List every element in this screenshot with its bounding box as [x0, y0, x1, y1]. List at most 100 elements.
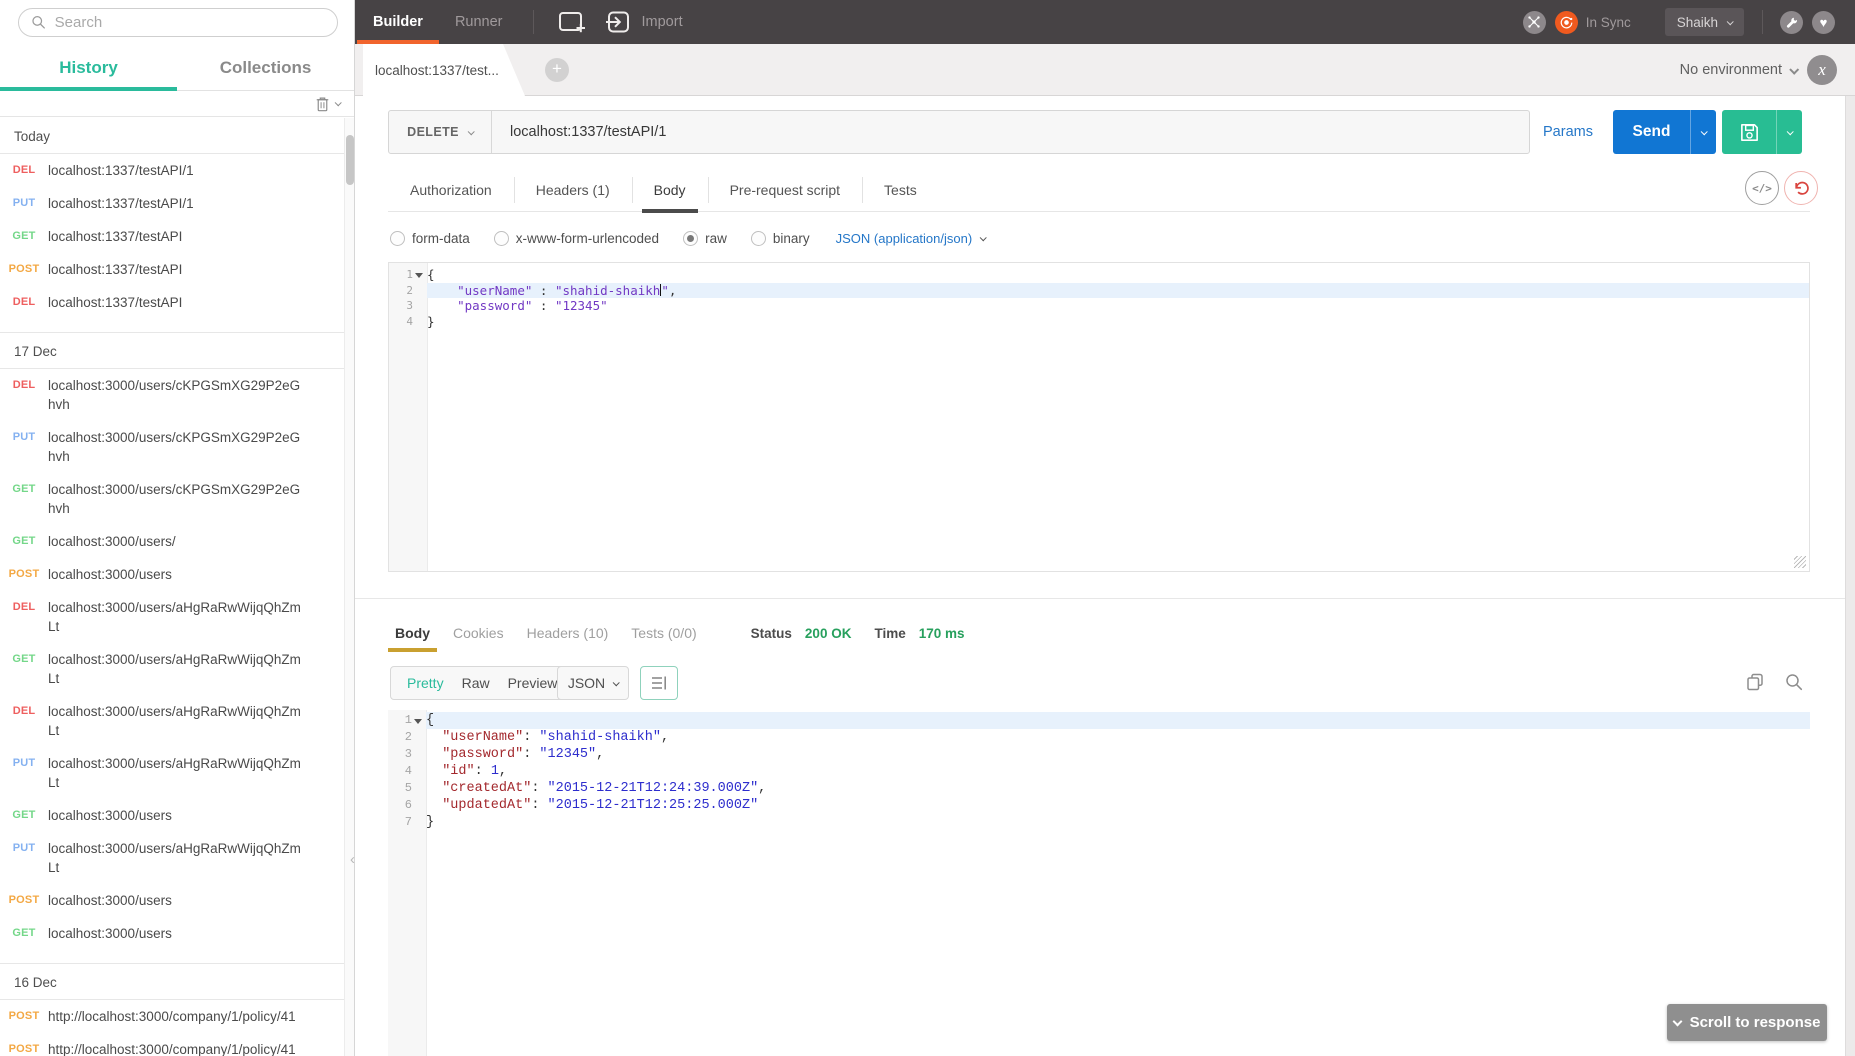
trash-menu-chevron-icon[interactable] — [335, 99, 342, 106]
search-box[interactable] — [18, 8, 338, 37]
body-mode-raw[interactable]: raw — [683, 231, 727, 246]
editor-resize-grip[interactable] — [1794, 556, 1806, 568]
revert-button[interactable] — [1784, 171, 1818, 205]
history-item-url: localhost:3000/users — [48, 891, 306, 910]
history-item[interactable]: POST localhost:1337/testAPI — [0, 253, 344, 286]
history-item[interactable]: POST http://localhost:3000/company/1/pol… — [0, 1000, 344, 1033]
radio-icon[interactable] — [494, 231, 509, 246]
fold-caret-icon[interactable] — [415, 273, 423, 278]
header-right: In Sync Shaikh ♥ — [1514, 8, 1855, 36]
history-item[interactable]: DEL localhost:3000/users/cKPGSmXG29P2eGh… — [0, 369, 344, 421]
search-input[interactable] — [55, 14, 325, 31]
wrap-text-button[interactable] — [640, 666, 678, 700]
radio-icon[interactable] — [683, 231, 698, 246]
params-button[interactable]: Params — [1543, 110, 1593, 154]
tab-history[interactable]: History — [0, 45, 177, 90]
history-item[interactable]: PUT localhost:3000/users/aHgRaRwWijqQhZm… — [0, 832, 344, 884]
save-options-chevron-icon[interactable] — [1776, 110, 1802, 154]
pane-splitter[interactable] — [355, 598, 1855, 599]
new-tab-icon[interactable] — [557, 9, 587, 35]
code-line-2[interactable]: 2 "userName" : "shahid-shaikh", — [389, 283, 1809, 299]
generate-code-button[interactable]: </> — [1745, 171, 1779, 205]
settings-wrench-icon[interactable] — [1780, 11, 1803, 34]
history-item-method: PUT — [0, 428, 48, 466]
code-line-4[interactable]: 4} — [389, 314, 1809, 330]
history-item[interactable]: POST localhost:3000/users — [0, 884, 344, 917]
send-options-chevron-icon[interactable] — [1690, 110, 1716, 154]
history-item[interactable]: PUT localhost:1337/testAPI/1 — [0, 187, 344, 220]
wrap-text-icon — [650, 675, 668, 691]
history-item[interactable]: PUT localhost:3000/users/cKPGSmXG29P2eGh… — [0, 421, 344, 473]
url-input[interactable]: localhost:1337/testAPI/1 — [492, 111, 1529, 153]
import-button[interactable]: Import — [642, 14, 683, 30]
method-chevron-icon — [468, 128, 475, 135]
code-line-4: 4 "id": 1, — [388, 763, 1810, 780]
copy-response-button[interactable] — [1745, 672, 1765, 697]
window-scrollbar[interactable] — [1845, 96, 1855, 1056]
history-item[interactable]: PUT localhost:3000/users/aHgRaRwWijqQhZm… — [0, 747, 344, 799]
history-item[interactable]: GET localhost:3000/users — [0, 917, 344, 950]
response-tab-tests-0-0-[interactable]: Tests (0/0) — [624, 614, 703, 652]
status-value: 200 OK — [805, 626, 852, 641]
code-line-3[interactable]: 3 "password" : "12345" — [389, 298, 1809, 314]
import-icon[interactable] — [605, 9, 631, 35]
request-body-editor[interactable]: 1{2 "userName" : "shahid-shaikh",3 "pass… — [388, 262, 1810, 572]
history-item[interactable]: GET localhost:3000/users/ — [0, 525, 344, 558]
response-format-select[interactable]: JSON — [557, 666, 629, 700]
view-raw[interactable]: Raw — [453, 675, 499, 691]
content-type-select[interactable]: JSON (application/json) — [836, 231, 986, 246]
radio-icon[interactable] — [751, 231, 766, 246]
request-tab-headers-1-[interactable]: Headers (1) — [514, 168, 632, 212]
request-tab-tests[interactable]: Tests — [862, 168, 939, 212]
history-item[interactable]: GET localhost:3000/users/aHgRaRwWijqQhZm… — [0, 643, 344, 695]
nav-builder[interactable]: Builder — [357, 0, 439, 44]
add-tab-button[interactable]: + — [545, 58, 569, 82]
radio-icon[interactable] — [390, 231, 405, 246]
body-mode-binary[interactable]: binary — [751, 231, 810, 246]
response-tab-body[interactable]: Body — [388, 614, 437, 652]
history-item-url: localhost:3000/users — [48, 806, 306, 825]
request-tab-pre-request-script[interactable]: Pre-request script — [708, 168, 862, 212]
request-tab-body[interactable]: Body — [632, 168, 708, 212]
nav-runner[interactable]: Runner — [439, 0, 519, 44]
open-request-tab[interactable]: localhost:1337/test... — [363, 44, 525, 96]
revert-icon — [1792, 179, 1811, 198]
user-menu-button[interactable]: Shaikh — [1665, 8, 1744, 36]
request-section-tabs: AuthorizationHeaders (1)BodyPre-request … — [388, 168, 1810, 212]
sync-icon[interactable] — [1555, 11, 1578, 34]
history-item[interactable]: DEL localhost:3000/users/aHgRaRwWijqQhZm… — [0, 695, 344, 747]
fold-caret-icon[interactable] — [414, 719, 422, 724]
history-item[interactable]: DEL localhost:1337/testAPI/1 — [0, 154, 344, 187]
favorites-heart-icon[interactable]: ♥ — [1812, 11, 1835, 34]
view-pretty[interactable]: Pretty — [398, 675, 453, 691]
environment-quicklook-icon[interactable]: x — [1807, 55, 1837, 85]
code-line-1[interactable]: 1{ — [389, 267, 1809, 283]
scroll-to-response-button[interactable]: Scroll to response — [1667, 1004, 1827, 1041]
sidebar-scrollbar-thumb[interactable] — [346, 135, 354, 185]
history-item[interactable]: DEL localhost:1337/testAPI — [0, 286, 344, 319]
environment-selector[interactable]: No environment — [1680, 62, 1797, 78]
response-tab-cookies[interactable]: Cookies — [446, 614, 511, 652]
send-button[interactable]: Send — [1613, 110, 1716, 154]
body-mode-form-data[interactable]: form-data — [390, 231, 470, 246]
history-item-method: PUT — [0, 194, 48, 213]
trash-icon[interactable] — [315, 96, 330, 112]
proxy-icon[interactable] — [1523, 11, 1546, 34]
search-response-button[interactable] — [1784, 672, 1804, 697]
body-mode-x-www-form-urlencoded[interactable]: x-www-form-urlencoded — [494, 231, 659, 246]
tab-collections[interactable]: Collections — [177, 45, 354, 90]
sidebar-scrollbar[interactable] — [344, 118, 354, 1056]
url-bar: DELETE localhost:1337/testAPI/1 — [388, 110, 1530, 154]
history-item[interactable]: POST http://localhost:3000/company/1/pol… — [0, 1033, 344, 1056]
response-tab-headers-10-[interactable]: Headers (10) — [520, 614, 616, 652]
method-select[interactable]: DELETE — [389, 111, 492, 153]
search-icon — [31, 14, 47, 31]
history-item[interactable]: GET localhost:3000/users/cKPGSmXG29P2eGh… — [0, 473, 344, 525]
request-tab-authorization[interactable]: Authorization — [388, 168, 514, 212]
history-item[interactable]: GET localhost:1337/testAPI — [0, 220, 344, 253]
history-item[interactable]: GET localhost:3000/users — [0, 799, 344, 832]
history-item[interactable]: POST localhost:3000/users — [0, 558, 344, 591]
sidebar-collapse-icon[interactable]: ‹ — [350, 852, 355, 867]
history-item[interactable]: DEL localhost:3000/users/aHgRaRwWijqQhZm… — [0, 591, 344, 643]
save-button[interactable] — [1722, 110, 1802, 154]
